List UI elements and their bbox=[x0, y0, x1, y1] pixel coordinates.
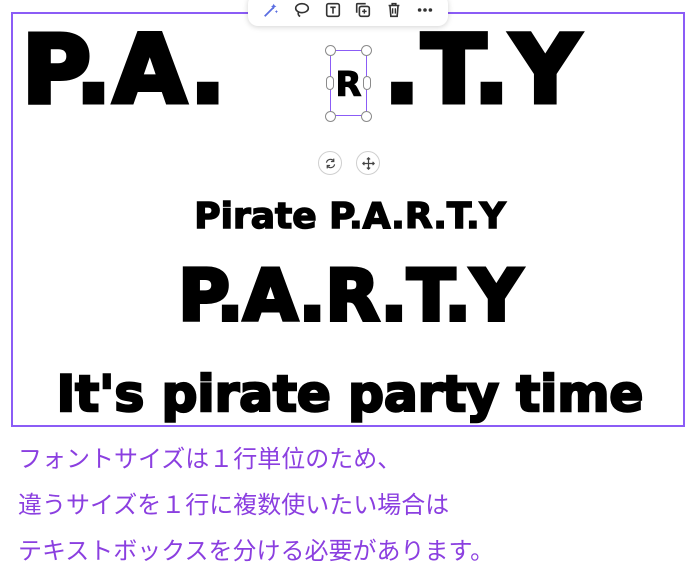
selected-text-box[interactable]: R bbox=[330, 50, 367, 116]
delete-icon[interactable] bbox=[381, 0, 407, 23]
note-line-1: フォントサイズは１行単位のため、 bbox=[18, 445, 402, 473]
magic-write-icon[interactable] bbox=[258, 0, 284, 23]
note-line-2: 違うサイズを１行に複数使いたい場合は bbox=[18, 491, 450, 519]
resize-handle-bottom-right[interactable] bbox=[361, 111, 372, 122]
lasso-icon[interactable] bbox=[289, 0, 315, 23]
resize-handle-top-right[interactable] bbox=[361, 45, 372, 56]
resize-handle-top-left[interactable] bbox=[325, 45, 336, 56]
note-line-3: テキストボックスを分ける必要があります。 bbox=[18, 537, 495, 565]
duplicate-icon[interactable] bbox=[350, 0, 376, 23]
rotate-icon[interactable] bbox=[318, 151, 342, 175]
title-text-right[interactable]: .T.Y bbox=[381, 14, 581, 128]
resize-handle-left[interactable] bbox=[326, 76, 334, 90]
resize-handle-bottom-left[interactable] bbox=[325, 111, 336, 122]
title-text-left[interactable]: P.A. bbox=[20, 14, 229, 128]
text-line-party[interactable]: P.A.R.T.Y bbox=[0, 253, 700, 339]
annotation-note: フォントサイズは１行単位のため、 違うサイズを１行に複数使いたい場合は テキスト… bbox=[18, 436, 688, 574]
resize-handle-right[interactable] bbox=[363, 76, 371, 90]
selected-letter[interactable]: R bbox=[331, 65, 366, 106]
more-icon[interactable] bbox=[412, 0, 438, 23]
text-box-icon[interactable] bbox=[320, 0, 346, 23]
floating-toolbar bbox=[248, 0, 448, 26]
text-line-pirate-party[interactable]: Pirate P.A.R.T.Y bbox=[0, 195, 700, 238]
move-icon[interactable] bbox=[356, 151, 380, 175]
text-line-pirate-party-time[interactable]: It's pirate party time bbox=[0, 364, 700, 425]
